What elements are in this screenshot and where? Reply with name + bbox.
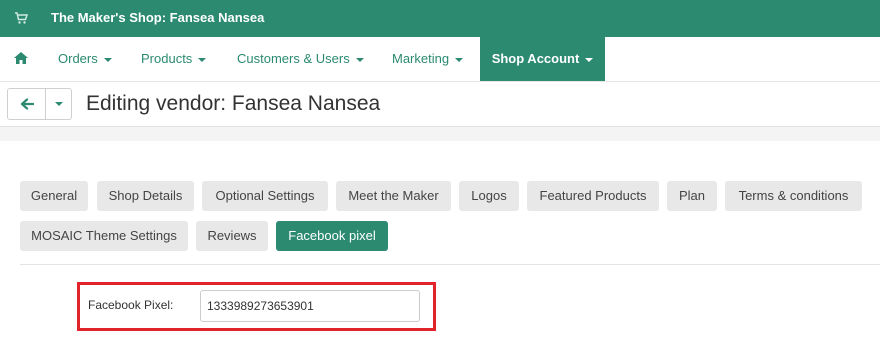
facebook-pixel-label: Facebook Pixel:	[88, 298, 174, 312]
tab-general[interactable]: General	[20, 181, 88, 211]
tab-plan[interactable]: Plan	[667, 181, 717, 211]
nav-marketing[interactable]: Marketing	[392, 37, 464, 81]
home-icon[interactable]	[13, 51, 29, 65]
nav-orders-label: Orders	[58, 51, 98, 66]
tab-featured-products[interactable]: Featured Products	[527, 181, 659, 211]
page-title: Editing vendor: Fansea Nansea	[86, 92, 381, 115]
section-spacer	[0, 127, 880, 141]
facebook-pixel-input[interactable]	[200, 290, 420, 322]
nav-orders[interactable]: Orders	[58, 37, 112, 81]
back-menu-dropdown-button[interactable]	[46, 88, 72, 120]
chevron-down-icon	[198, 57, 207, 62]
back-button[interactable]	[7, 88, 46, 120]
tab-facebook-pixel[interactable]: Facebook pixel	[276, 221, 388, 251]
tab-reviews[interactable]: Reviews	[196, 221, 268, 251]
tabs-divider	[20, 264, 880, 265]
nav-customers-users[interactable]: Customers & Users	[237, 37, 364, 81]
shopping-cart-icon	[14, 11, 29, 25]
nav-products[interactable]: Products	[141, 37, 207, 81]
top-bar: The Maker's Shop: Fansea Nansea	[0, 0, 880, 37]
nav-customers-users-label: Customers & Users	[237, 51, 350, 66]
chevron-down-icon	[103, 57, 112, 62]
chevron-down-icon	[355, 57, 364, 62]
chevron-down-icon	[55, 102, 63, 106]
nav-products-label: Products	[141, 51, 193, 66]
chevron-down-icon	[585, 57, 594, 62]
arrow-left-icon	[20, 98, 34, 110]
tab-meet-the-maker[interactable]: Meet the Maker	[336, 181, 451, 211]
tab-shop-details[interactable]: Shop Details	[97, 181, 194, 211]
tab-optional-settings[interactable]: Optional Settings	[202, 181, 328, 211]
tab-terms-conditions[interactable]: Terms & conditions	[725, 181, 862, 211]
nav-shop-account-label: Shop Account	[491, 51, 580, 66]
page-header: Editing vendor: Fansea Nansea	[0, 82, 880, 127]
tab-logos[interactable]: Logos	[459, 181, 519, 211]
tab-mosaic-theme-settings[interactable]: MOSAIC Theme Settings	[20, 221, 188, 251]
nav-shop-account[interactable]: Shop Account	[480, 37, 605, 81]
shop-title[interactable]: The Maker's Shop: Fansea Nansea	[51, 10, 264, 25]
chevron-down-icon	[455, 57, 464, 62]
nav-marketing-label: Marketing	[392, 51, 450, 66]
main-nav: Orders Products Customers & Users Market…	[0, 37, 880, 82]
